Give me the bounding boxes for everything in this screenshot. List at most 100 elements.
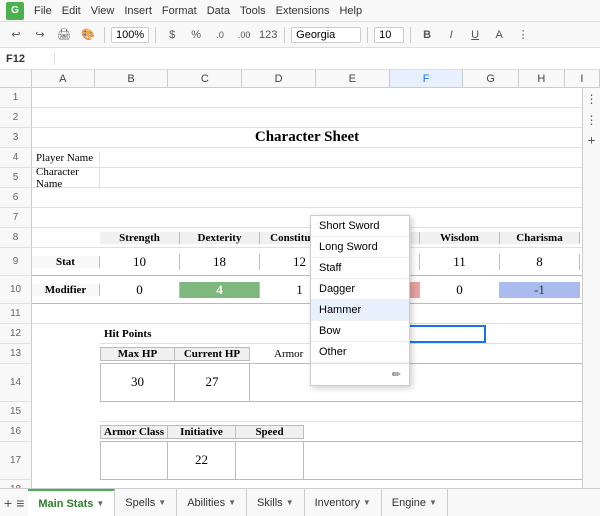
- menu-data[interactable]: Data: [207, 5, 230, 17]
- dropdown-bow[interactable]: Bow: [311, 321, 409, 342]
- tab-skills-label: Skills: [257, 497, 283, 509]
- underline-button[interactable]: U: [465, 25, 485, 45]
- row-num-10: 10: [0, 276, 31, 304]
- dropdown-hammer[interactable]: Hammer: [311, 300, 409, 321]
- col-header-b[interactable]: B: [95, 70, 169, 87]
- modifier-dexterity: 4: [180, 282, 260, 298]
- col-header-i[interactable]: I: [565, 70, 600, 87]
- tab-skills-arrow: ▼: [286, 498, 294, 507]
- col-header-h[interactable]: H: [519, 70, 565, 87]
- stat-dexterity: 18: [180, 254, 260, 270]
- separator3: [284, 27, 285, 43]
- tab-main-stats-label: Main Stats: [38, 498, 93, 510]
- tab-engine-label: Engine: [392, 497, 426, 509]
- right-icon-2[interactable]: ⋮: [586, 113, 598, 128]
- tab-inventory-label: Inventory: [315, 497, 360, 509]
- dropdown-dagger[interactable]: Dagger: [311, 279, 409, 300]
- column-headers: A B C D E F G H I: [0, 70, 600, 88]
- armor-class-value: [100, 442, 168, 480]
- decimal-fewer-button[interactable]: .00: [234, 25, 254, 45]
- col-header-c[interactable]: C: [168, 70, 242, 87]
- current-hp-value: 27: [175, 364, 250, 402]
- row-num-4: 4: [0, 148, 31, 168]
- tab-bar: + ≡ Main Stats ▼ Spells ▼ Abilities ▼ Sk…: [0, 488, 600, 516]
- row-num-3: 3: [0, 128, 31, 148]
- row-num-13: 13: [0, 344, 31, 364]
- row-num-11: 11: [0, 304, 31, 324]
- stat-wisdom: 11: [420, 254, 500, 270]
- sheet-title: Character Sheet: [255, 129, 359, 146]
- modifier-row-label: Modifier: [32, 284, 100, 296]
- menu-file[interactable]: File: [34, 5, 52, 17]
- max-hp-label: Max HP: [100, 347, 175, 361]
- menu-view[interactable]: View: [91, 5, 115, 17]
- add-sheet-icon[interactable]: +: [4, 495, 12, 511]
- weapon-input[interactable]: [406, 325, 486, 343]
- col-header-f[interactable]: F: [390, 70, 464, 87]
- zoom-box[interactable]: 100%: [111, 27, 149, 43]
- dropdown-long-sword[interactable]: Long Sword: [311, 237, 409, 258]
- menu-edit[interactable]: Edit: [62, 5, 81, 17]
- row-num-12: 12: [0, 324, 31, 344]
- tab-inventory[interactable]: Inventory ▼: [305, 489, 382, 516]
- menu-insert[interactable]: Insert: [124, 5, 152, 17]
- tab-abilities-label: Abilities: [187, 497, 225, 509]
- sheets-menu-icon[interactable]: ≡: [16, 495, 24, 511]
- right-plus-icon[interactable]: +: [588, 134, 596, 150]
- tab-abilities[interactable]: Abilities ▼: [177, 489, 247, 516]
- separator5: [410, 27, 411, 43]
- row-header-spacer: [0, 70, 32, 87]
- text-color-button[interactable]: A: [489, 25, 509, 45]
- row-num-6: 6: [0, 188, 31, 208]
- edit-icon[interactable]: ✏: [392, 368, 401, 381]
- format-number-button[interactable]: 123: [258, 25, 278, 45]
- speed-label: Speed: [236, 425, 304, 439]
- character-name-label: Character Name: [32, 166, 100, 190]
- font-size-box[interactable]: 10: [374, 27, 404, 43]
- redo-button[interactable]: ↪: [30, 25, 50, 45]
- col-header-d[interactable]: D: [242, 70, 316, 87]
- col-header-g[interactable]: G: [463, 70, 518, 87]
- right-icon-1[interactable]: ⋮: [586, 92, 598, 107]
- modifier-wisdom: 0: [420, 282, 500, 298]
- paint-format-button[interactable]: 🎨: [78, 25, 98, 45]
- current-hp-label: Current HP: [175, 347, 250, 361]
- col-header-e[interactable]: E: [316, 70, 390, 87]
- bold-button[interactable]: B: [417, 25, 437, 45]
- menu-items: File Edit View Insert Format Data Tools …: [34, 5, 362, 17]
- menu-format[interactable]: Format: [162, 5, 197, 17]
- more-button[interactable]: ⋮: [513, 25, 533, 45]
- tab-spells-arrow: ▼: [158, 498, 166, 507]
- tab-main-stats-arrow: ▼: [96, 499, 104, 508]
- tab-bar-icons: + ≡: [0, 495, 28, 511]
- undo-button[interactable]: ↩: [6, 25, 26, 45]
- tab-skills[interactable]: Skills ▼: [247, 489, 305, 516]
- dropdown-other[interactable]: Other: [311, 342, 409, 363]
- modifier-strength: 0: [100, 282, 180, 298]
- hit-points-label: Hit Points: [100, 328, 250, 340]
- tab-main-stats[interactable]: Main Stats ▼: [28, 489, 115, 516]
- italic-button[interactable]: I: [441, 25, 461, 45]
- stat-header-strength: Strength: [100, 232, 180, 244]
- currency-button[interactable]: $: [162, 25, 182, 45]
- percent-button[interactable]: %: [186, 25, 206, 45]
- col-header-a[interactable]: A: [32, 70, 95, 87]
- menu-extensions[interactable]: Extensions: [276, 5, 330, 17]
- font-selector[interactable]: Georgia: [291, 27, 361, 43]
- dropdown-staff[interactable]: Staff: [311, 258, 409, 279]
- tab-spells[interactable]: Spells ▼: [115, 489, 177, 516]
- menu-bar: G File Edit View Insert Format Data Tool…: [0, 0, 600, 22]
- initiative-label: Initiative: [168, 425, 236, 439]
- cell-reference[interactable]: F12: [0, 53, 55, 65]
- row-num-2: 2: [0, 108, 31, 128]
- row-num-15: 15: [0, 402, 31, 422]
- tab-engine[interactable]: Engine ▼: [382, 489, 448, 516]
- speed-value: [236, 442, 304, 480]
- print-button[interactable]: 🖨: [54, 25, 74, 45]
- toolbar: ↩ ↪ 🖨 🎨 100% $ % .0 .00 123 Georgia 10 B…: [0, 22, 600, 48]
- menu-help[interactable]: Help: [339, 5, 362, 17]
- decimal-more-button[interactable]: .0: [210, 25, 230, 45]
- dropdown-short-sword[interactable]: Short Sword: [311, 216, 409, 237]
- menu-tools[interactable]: Tools: [240, 5, 266, 17]
- formula-bar: F12: [0, 48, 600, 70]
